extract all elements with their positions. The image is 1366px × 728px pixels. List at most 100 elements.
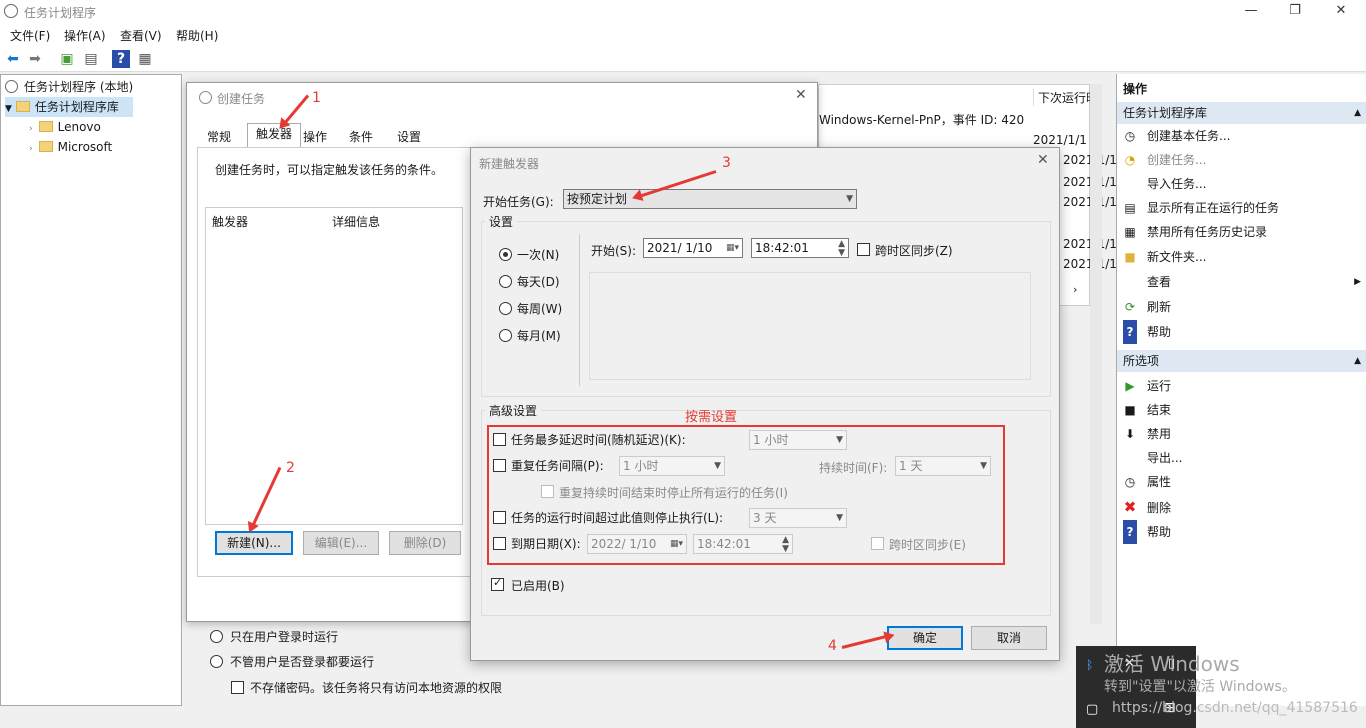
edit-trigger-button[interactable]: 编辑(E)... bbox=[303, 531, 379, 555]
begin-task-select[interactable]: 按预定计划 ▼ bbox=[563, 189, 857, 209]
radio-daily-label: 每天(D) bbox=[517, 275, 560, 289]
create-task[interactable]: ◔ 创建任务... bbox=[1123, 148, 1363, 172]
tab-settings[interactable]: 设置 bbox=[389, 127, 429, 147]
chevron-right-icon[interactable]: › bbox=[29, 144, 33, 154]
delete-trigger-button[interactable]: 删除(D) bbox=[389, 531, 461, 555]
properties[interactable]: ◷ 属性 bbox=[1123, 470, 1363, 494]
section-selected[interactable]: 所选项 ▲ bbox=[1117, 350, 1366, 372]
annotation-3: 3 bbox=[722, 155, 731, 171]
start-time-field[interactable]: 18:42:01 ▲ ▼ bbox=[751, 238, 849, 258]
delete[interactable]: ✖ 删除 bbox=[1123, 495, 1363, 519]
stop-if-checkbox[interactable] bbox=[493, 511, 506, 524]
duration-select[interactable]: 1 天 ▼ bbox=[895, 456, 991, 476]
window-icon[interactable]: ▢ bbox=[1086, 702, 1098, 717]
close-button[interactable]: ✕ bbox=[1318, 2, 1364, 22]
spinner-icon[interactable]: ▲ ▼ bbox=[782, 536, 789, 554]
refresh[interactable]: ⟳ 刷新 bbox=[1123, 295, 1363, 319]
run-only-logged-on-radio[interactable] bbox=[210, 630, 223, 643]
column-details[interactable]: 详细信息 bbox=[332, 213, 380, 230]
show-hide-tree-icon[interactable]: ▤ bbox=[82, 50, 100, 68]
delay-checkbox[interactable] bbox=[493, 433, 506, 446]
help-icon[interactable]: ? bbox=[112, 50, 130, 68]
cancel-button[interactable]: 取消 bbox=[971, 626, 1047, 650]
repeat-select[interactable]: 1 小时 ▼ bbox=[619, 456, 725, 476]
tree-item-microsoft[interactable]: › Microsoft bbox=[29, 137, 112, 157]
trigger-table[interactable]: 触发器 详细信息 bbox=[205, 207, 463, 525]
stop-if-select[interactable]: 3 天 ▼ bbox=[749, 508, 847, 528]
end[interactable]: ■ 结束 bbox=[1123, 398, 1363, 422]
run-whether-logged-on-radio[interactable] bbox=[210, 655, 223, 668]
chevron-down-icon[interactable]: ▼ bbox=[5, 104, 12, 114]
bluetooth-icon[interactable]: ᛒ bbox=[1086, 658, 1093, 672]
tree-library[interactable]: ▼ 任务计划程序库 bbox=[5, 97, 133, 117]
stop-all-label: 重复持续时间结束时停止所有运行的任务(I) bbox=[559, 486, 788, 500]
no-store-password-checkbox[interactable] bbox=[231, 681, 244, 694]
tree-root[interactable]: 任务计划程序 (本地) bbox=[5, 77, 133, 97]
title-bar: 任务计划程序 — ❐ ✕ bbox=[0, 0, 1366, 24]
stop-all-checkbox[interactable] bbox=[541, 485, 554, 498]
help-2[interactable]: ? 帮助 bbox=[1123, 520, 1363, 544]
delay-select[interactable]: 1 小时 ▼ bbox=[749, 430, 847, 450]
tab-conditions[interactable]: 条件 bbox=[341, 127, 381, 147]
refresh-icon: ⟳ bbox=[1124, 300, 1136, 314]
tab-actions[interactable]: 操作 bbox=[295, 127, 335, 147]
calendar-icon[interactable]: ▦▾ bbox=[726, 239, 739, 257]
radio-once[interactable] bbox=[499, 248, 512, 261]
tab-general[interactable]: 常规 bbox=[199, 127, 239, 147]
sync-timezone-checkbox[interactable] bbox=[857, 243, 870, 256]
ok-button[interactable]: 确定 bbox=[887, 626, 963, 650]
action-label: 新文件夹... bbox=[1147, 250, 1207, 264]
minimize-button[interactable]: — bbox=[1228, 2, 1274, 22]
new-folder[interactable]: ■ 新文件夹... bbox=[1123, 245, 1363, 269]
tree-item-lenovo[interactable]: › Lenovo bbox=[29, 117, 101, 137]
section-library[interactable]: 任务计划程序库 ▲ bbox=[1117, 102, 1366, 124]
enabled-checkbox[interactable] bbox=[491, 576, 504, 591]
calendar-icon[interactable]: ▦▾ bbox=[670, 535, 683, 553]
collapse-icon[interactable]: ▲ bbox=[1354, 350, 1361, 372]
menu-file[interactable]: 文件(F) bbox=[10, 27, 50, 44]
menu-view[interactable]: 查看(V) bbox=[120, 27, 162, 44]
view-menu[interactable]: 查看 ▶ bbox=[1123, 270, 1363, 294]
scroll-right-icon[interactable]: › bbox=[1073, 283, 1077, 296]
action-label: 查看 bbox=[1147, 275, 1172, 289]
column-next-run[interactable]: 下次运行时 bbox=[1033, 89, 1098, 106]
event-text: Windows-Kernel-PnP，事件 ID: 420 bbox=[819, 113, 1025, 127]
show-running-tasks[interactable]: ▤ 显示所有正在运行的任务 bbox=[1123, 196, 1363, 220]
action-pane-icon[interactable]: ▦ bbox=[136, 50, 154, 68]
disable[interactable]: ⬇ 禁用 bbox=[1123, 422, 1363, 446]
radio-daily[interactable] bbox=[499, 275, 512, 288]
menu-help[interactable]: 帮助(H) bbox=[176, 27, 218, 44]
spinner-icon[interactable]: ▲ ▼ bbox=[838, 240, 845, 258]
expire-date-picker[interactable]: 2022/ 1/10 ▦▾ bbox=[587, 534, 687, 554]
radio-monthly[interactable] bbox=[499, 329, 512, 342]
expire-sync-checkbox[interactable] bbox=[871, 537, 884, 550]
import-task[interactable]: 导入任务... bbox=[1123, 172, 1363, 196]
create-basic-task[interactable]: ◷ 创建基本任务... bbox=[1123, 124, 1363, 148]
repeat-label: 重复任务间隔(P): bbox=[511, 459, 604, 473]
expire-label: 到期日期(X): bbox=[511, 537, 581, 551]
disable-history[interactable]: ▦ 禁用所有任务历史记录 bbox=[1123, 220, 1363, 244]
menu-action[interactable]: 操作(A) bbox=[64, 27, 106, 44]
tab-triggers[interactable]: 触发器 bbox=[247, 123, 302, 147]
expire-time-field[interactable]: 18:42:01 ▲ ▼ bbox=[693, 534, 793, 554]
chevron-down-icon: ▼ bbox=[836, 435, 843, 445]
start-date-picker[interactable]: 2021/ 1/10 ▦▾ bbox=[643, 238, 743, 258]
close-icon[interactable]: ✕ bbox=[1037, 152, 1049, 168]
radio-weekly[interactable] bbox=[499, 302, 512, 315]
vertical-scrollbar[interactable] bbox=[1090, 84, 1102, 624]
forward-icon[interactable]: ➡ bbox=[26, 50, 44, 68]
help-1[interactable]: ? 帮助 bbox=[1123, 320, 1363, 344]
dialog-title: 新建触发器 bbox=[479, 157, 540, 171]
close-icon[interactable]: ✕ bbox=[795, 87, 807, 103]
repeat-checkbox[interactable] bbox=[493, 459, 506, 472]
run[interactable]: ▶ 运行 bbox=[1123, 374, 1363, 398]
back-icon[interactable]: ⬅ bbox=[4, 50, 22, 68]
expire-checkbox[interactable] bbox=[493, 537, 506, 550]
expire-date-value: 2022/ 1/10 bbox=[591, 537, 657, 551]
up-folder-icon[interactable]: ▣ bbox=[58, 50, 76, 68]
column-trigger[interactable]: 触发器 bbox=[212, 213, 248, 230]
collapse-icon[interactable]: ▲ bbox=[1354, 102, 1361, 124]
maximize-button[interactable]: ❐ bbox=[1272, 2, 1318, 22]
export[interactable]: 导出... bbox=[1123, 446, 1363, 470]
chevron-right-icon[interactable]: › bbox=[29, 124, 33, 134]
